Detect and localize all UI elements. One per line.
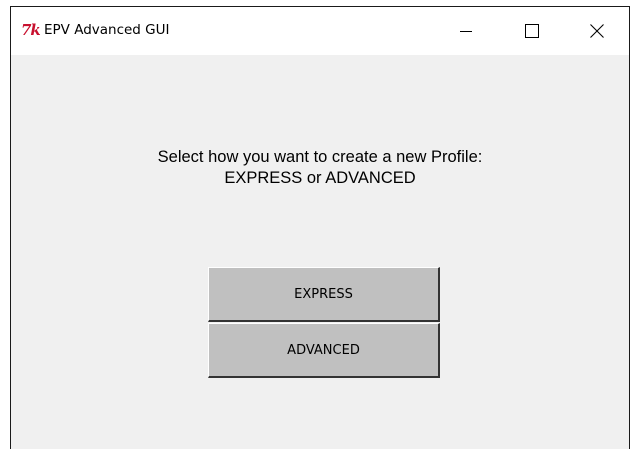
maximize-icon bbox=[525, 24, 539, 38]
prompt-line-2: EXPRESS or ADVANCED bbox=[224, 169, 416, 187]
minimize-button[interactable] bbox=[443, 7, 489, 55]
express-button-label: EXPRESS bbox=[294, 286, 353, 302]
advanced-button[interactable]: ADVANCED bbox=[208, 323, 440, 378]
app-window: 7k EPV Advanced GUI Select how you want … bbox=[10, 6, 630, 449]
title-bar[interactable]: 7k EPV Advanced GUI bbox=[11, 7, 629, 55]
main-content: Select how you want to create a new Prof… bbox=[11, 55, 629, 449]
profile-prompt: Select how you want to create a new Prof… bbox=[11, 147, 629, 189]
minimize-icon bbox=[460, 31, 472, 32]
prompt-line-1: Select how you want to create a new Prof… bbox=[157, 148, 483, 166]
close-button[interactable] bbox=[574, 7, 620, 55]
express-button[interactable]: EXPRESS bbox=[208, 267, 440, 322]
close-icon bbox=[590, 24, 604, 38]
tk-feather-icon: 7k bbox=[21, 21, 41, 39]
window-title: EPV Advanced GUI bbox=[44, 22, 170, 38]
maximize-button[interactable] bbox=[509, 7, 555, 55]
advanced-button-label: ADVANCED bbox=[287, 342, 360, 358]
